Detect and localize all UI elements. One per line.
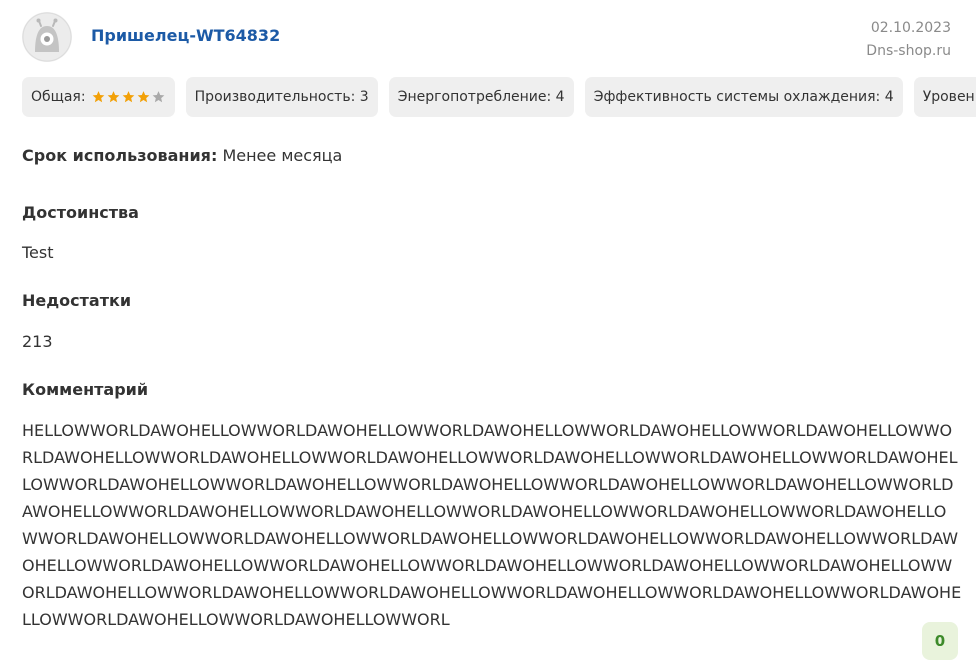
comment-title: Комментарий xyxy=(22,380,149,399)
overall-rating-label: Общая: xyxy=(31,89,86,105)
helpful-votes-button[interactable]: 0 xyxy=(922,622,958,660)
star-filled-icon xyxy=(92,91,104,103)
review-date: 02.10.2023 xyxy=(870,20,951,36)
review-header: Пришелец-WT64832 02.10.2023 Dns-shop.ru xyxy=(22,12,976,64)
pros-text: Test xyxy=(22,243,54,262)
rating-chip-cooling-efficiency: Эффективность системы охлаждения: 4 xyxy=(584,77,903,117)
rating-chip-performance: Производительность: 3 xyxy=(185,77,378,117)
ratings-bar: Общая: Производительность: 3 Энергопотре… xyxy=(22,77,976,117)
review-meta: 02.10.2023 Dns-shop.ru xyxy=(866,17,951,63)
usage-period-label: Срок использования: xyxy=(22,146,218,165)
usage-period-value: Менее месяца xyxy=(222,146,343,165)
pros-title: Достоинства xyxy=(22,203,139,222)
star-rating xyxy=(91,90,166,104)
overall-rating-chip: Общая: xyxy=(22,77,175,117)
cons-title: Недостатки xyxy=(22,291,132,310)
author-name-link[interactable]: Пришелец-WT64832 xyxy=(91,26,280,45)
rating-chip-noise-level: Уровень шума: 3 xyxy=(913,77,976,117)
usage-period: Срок использования: Менее месяца xyxy=(22,146,342,165)
star-empty-icon xyxy=(152,91,164,103)
star-filled-icon xyxy=(122,91,134,103)
star-filled-icon xyxy=(107,91,119,103)
star-filled-icon xyxy=(137,91,149,103)
rating-chip-power-consumption: Энергопотребление: 4 xyxy=(388,77,574,117)
cons-text: 213 xyxy=(22,332,53,351)
comment-text: HELLOWWORLDAWOHELLOWWORLDAWOHELLOWWORLDA… xyxy=(22,421,962,629)
review-source: Dns-shop.ru xyxy=(866,43,951,59)
alien-avatar-icon[interactable] xyxy=(22,12,72,62)
